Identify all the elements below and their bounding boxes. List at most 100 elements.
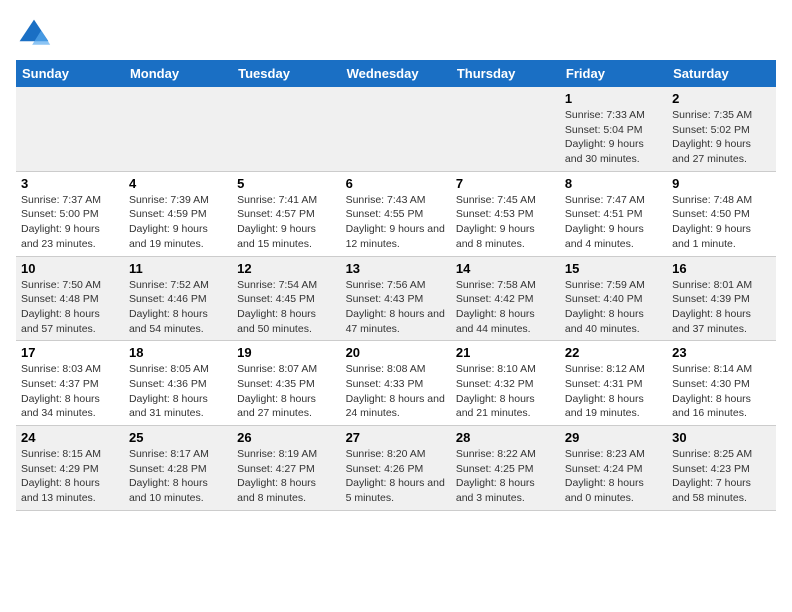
calendar-cell: 22 Sunrise: 8:12 AM Sunset: 4:31 PM Dayli…: [560, 341, 667, 426]
day-info: Sunrise: 8:07 AM Sunset: 4:35 PM Dayligh…: [237, 362, 335, 421]
day-number: 9: [672, 176, 771, 191]
weekday-header-monday: Monday: [124, 60, 232, 87]
calendar-cell: 6 Sunrise: 7:43 AM Sunset: 4:55 PM Daylig…: [341, 171, 451, 256]
calendar-cell: 27 Sunrise: 8:20 AM Sunset: 4:26 PM Dayli…: [341, 426, 451, 511]
day-info: Sunrise: 8:15 AM Sunset: 4:29 PM Dayligh…: [21, 447, 119, 506]
day-info: Sunrise: 7:41 AM Sunset: 4:57 PM Dayligh…: [237, 193, 335, 252]
day-info: Sunrise: 8:05 AM Sunset: 4:36 PM Dayligh…: [129, 362, 227, 421]
day-number: 24: [21, 430, 119, 445]
calendar-cell: 23 Sunrise: 8:14 AM Sunset: 4:30 PM Dayli…: [667, 341, 776, 426]
calendar-table: SundayMondayTuesdayWednesdayThursdayFrid…: [16, 60, 776, 511]
day-number: 19: [237, 345, 335, 360]
day-number: 11: [129, 261, 227, 276]
day-number: 18: [129, 345, 227, 360]
day-number: 8: [565, 176, 662, 191]
day-info: Sunrise: 8:25 AM Sunset: 4:23 PM Dayligh…: [672, 447, 771, 506]
day-info: Sunrise: 7:59 AM Sunset: 4:40 PM Dayligh…: [565, 278, 662, 337]
logo-icon: [16, 16, 52, 52]
day-number: 21: [456, 345, 555, 360]
day-number: 16: [672, 261, 771, 276]
calendar-cell: 15 Sunrise: 7:59 AM Sunset: 4:40 PM Dayli…: [560, 256, 667, 341]
calendar-cell: 28Sunrise: 8:22 AM Sunset: 4:25 PM Dayli…: [451, 426, 560, 511]
day-number: 12: [237, 261, 335, 276]
day-info: Sunrise: 7:58 AM Sunset: 4:42 PM Dayligh…: [456, 278, 555, 337]
day-number: 14: [456, 261, 555, 276]
day-number: 29: [565, 430, 662, 445]
day-info: Sunrise: 7:48 AM Sunset: 4:50 PM Dayligh…: [672, 193, 771, 252]
calendar-cell: [16, 87, 124, 171]
calendar-cell: 26 Sunrise: 8:19 AM Sunset: 4:27 PM Dayli…: [232, 426, 340, 511]
day-info: Sunrise: 7:43 AM Sunset: 4:55 PM Dayligh…: [346, 193, 446, 252]
calendar-cell: 17Sunrise: 8:03 AM Sunset: 4:37 PM Dayli…: [16, 341, 124, 426]
week-row-5: 24 Sunrise: 8:15 AM Sunset: 4:29 PM Dayli…: [16, 426, 776, 511]
day-number: 5: [237, 176, 335, 191]
calendar-cell: 21 Sunrise: 8:10 AM Sunset: 4:32 PM Dayli…: [451, 341, 560, 426]
calendar-cell: 10 Sunrise: 7:50 AM Sunset: 4:48 PM Dayli…: [16, 256, 124, 341]
weekday-header-saturday: Saturday: [667, 60, 776, 87]
day-number: 27: [346, 430, 446, 445]
weekday-header-tuesday: Tuesday: [232, 60, 340, 87]
day-info: Sunrise: 8:20 AM Sunset: 4:26 PM Dayligh…: [346, 447, 446, 506]
day-number: 15: [565, 261, 662, 276]
calendar-cell: 9 Sunrise: 7:48 AM Sunset: 4:50 PM Daylig…: [667, 171, 776, 256]
day-info: Sunrise: 7:54 AM Sunset: 4:45 PM Dayligh…: [237, 278, 335, 337]
day-info: Sunrise: 7:45 AM Sunset: 4:53 PM Dayligh…: [456, 193, 555, 252]
calendar-cell: 25 Sunrise: 8:17 AM Sunset: 4:28 PM Dayli…: [124, 426, 232, 511]
calendar-cell: 12 Sunrise: 7:54 AM Sunset: 4:45 PM Dayli…: [232, 256, 340, 341]
day-info: Sunrise: 8:10 AM Sunset: 4:32 PM Dayligh…: [456, 362, 555, 421]
day-info: Sunrise: 7:35 AM Sunset: 5:02 PM Dayligh…: [672, 108, 771, 167]
day-number: 25: [129, 430, 227, 445]
day-number: 7: [456, 176, 555, 191]
day-info: Sunrise: 7:37 AM Sunset: 5:00 PM Dayligh…: [21, 193, 119, 252]
day-number: 23: [672, 345, 771, 360]
day-info: Sunrise: 8:22 AM Sunset: 4:25 PM Dayligh…: [456, 447, 555, 506]
day-number: 6: [346, 176, 446, 191]
day-number: 13: [346, 261, 446, 276]
calendar-cell: 19 Sunrise: 8:07 AM Sunset: 4:35 PM Dayli…: [232, 341, 340, 426]
weekday-header-row: SundayMondayTuesdayWednesdayThursdayFrid…: [16, 60, 776, 87]
day-info: Sunrise: 8:12 AM Sunset: 4:31 PM Dayligh…: [565, 362, 662, 421]
weekday-header-thursday: Thursday: [451, 60, 560, 87]
weekday-header-sunday: Sunday: [16, 60, 124, 87]
calendar-cell: 24 Sunrise: 8:15 AM Sunset: 4:29 PM Dayli…: [16, 426, 124, 511]
day-number: 26: [237, 430, 335, 445]
day-number: 2: [672, 91, 771, 106]
calendar-cell: 8 Sunrise: 7:47 AM Sunset: 4:51 PM Daylig…: [560, 171, 667, 256]
day-number: 22: [565, 345, 662, 360]
day-info: Sunrise: 7:50 AM Sunset: 4:48 PM Dayligh…: [21, 278, 119, 337]
day-number: 30: [672, 430, 771, 445]
day-info: Sunrise: 8:01 AM Sunset: 4:39 PM Dayligh…: [672, 278, 771, 337]
day-number: 3: [21, 176, 119, 191]
week-row-4: 17Sunrise: 8:03 AM Sunset: 4:37 PM Dayli…: [16, 341, 776, 426]
calendar-cell: 2 Sunrise: 7:35 AM Sunset: 5:02 PM Daylig…: [667, 87, 776, 171]
calendar-cell: 4Sunrise: 7:39 AM Sunset: 4:59 PM Daylig…: [124, 171, 232, 256]
day-info: Sunrise: 7:47 AM Sunset: 4:51 PM Dayligh…: [565, 193, 662, 252]
day-number: 10: [21, 261, 119, 276]
calendar-cell: 30 Sunrise: 8:25 AM Sunset: 4:23 PM Dayli…: [667, 426, 776, 511]
day-info: Sunrise: 7:39 AM Sunset: 4:59 PM Dayligh…: [129, 193, 227, 252]
day-info: Sunrise: 8:23 AM Sunset: 4:24 PM Dayligh…: [565, 447, 662, 506]
calendar-cell: [451, 87, 560, 171]
day-info: Sunrise: 7:52 AM Sunset: 4:46 PM Dayligh…: [129, 278, 227, 337]
day-info: Sunrise: 8:17 AM Sunset: 4:28 PM Dayligh…: [129, 447, 227, 506]
calendar-cell: [124, 87, 232, 171]
page-header: [16, 16, 776, 52]
day-number: 20: [346, 345, 446, 360]
day-number: 1: [565, 91, 662, 106]
day-info: Sunrise: 7:56 AM Sunset: 4:43 PM Dayligh…: [346, 278, 446, 337]
calendar-cell: 3 Sunrise: 7:37 AM Sunset: 5:00 PM Daylig…: [16, 171, 124, 256]
calendar-cell: 5 Sunrise: 7:41 AM Sunset: 4:57 PM Daylig…: [232, 171, 340, 256]
day-info: Sunrise: 7:33 AM Sunset: 5:04 PM Dayligh…: [565, 108, 662, 167]
day-info: Sunrise: 8:03 AM Sunset: 4:37 PM Dayligh…: [21, 362, 119, 421]
calendar-cell: [341, 87, 451, 171]
day-info: Sunrise: 8:19 AM Sunset: 4:27 PM Dayligh…: [237, 447, 335, 506]
week-row-3: 10 Sunrise: 7:50 AM Sunset: 4:48 PM Dayli…: [16, 256, 776, 341]
logo: [16, 16, 56, 52]
weekday-header-friday: Friday: [560, 60, 667, 87]
calendar-cell: 16 Sunrise: 8:01 AM Sunset: 4:39 PM Dayli…: [667, 256, 776, 341]
week-row-2: 3 Sunrise: 7:37 AM Sunset: 5:00 PM Daylig…: [16, 171, 776, 256]
calendar-cell: 11 Sunrise: 7:52 AM Sunset: 4:46 PM Dayli…: [124, 256, 232, 341]
day-info: Sunrise: 8:14 AM Sunset: 4:30 PM Dayligh…: [672, 362, 771, 421]
calendar-cell: 18 Sunrise: 8:05 AM Sunset: 4:36 PM Dayli…: [124, 341, 232, 426]
calendar-cell: 20Sunrise: 8:08 AM Sunset: 4:33 PM Dayli…: [341, 341, 451, 426]
